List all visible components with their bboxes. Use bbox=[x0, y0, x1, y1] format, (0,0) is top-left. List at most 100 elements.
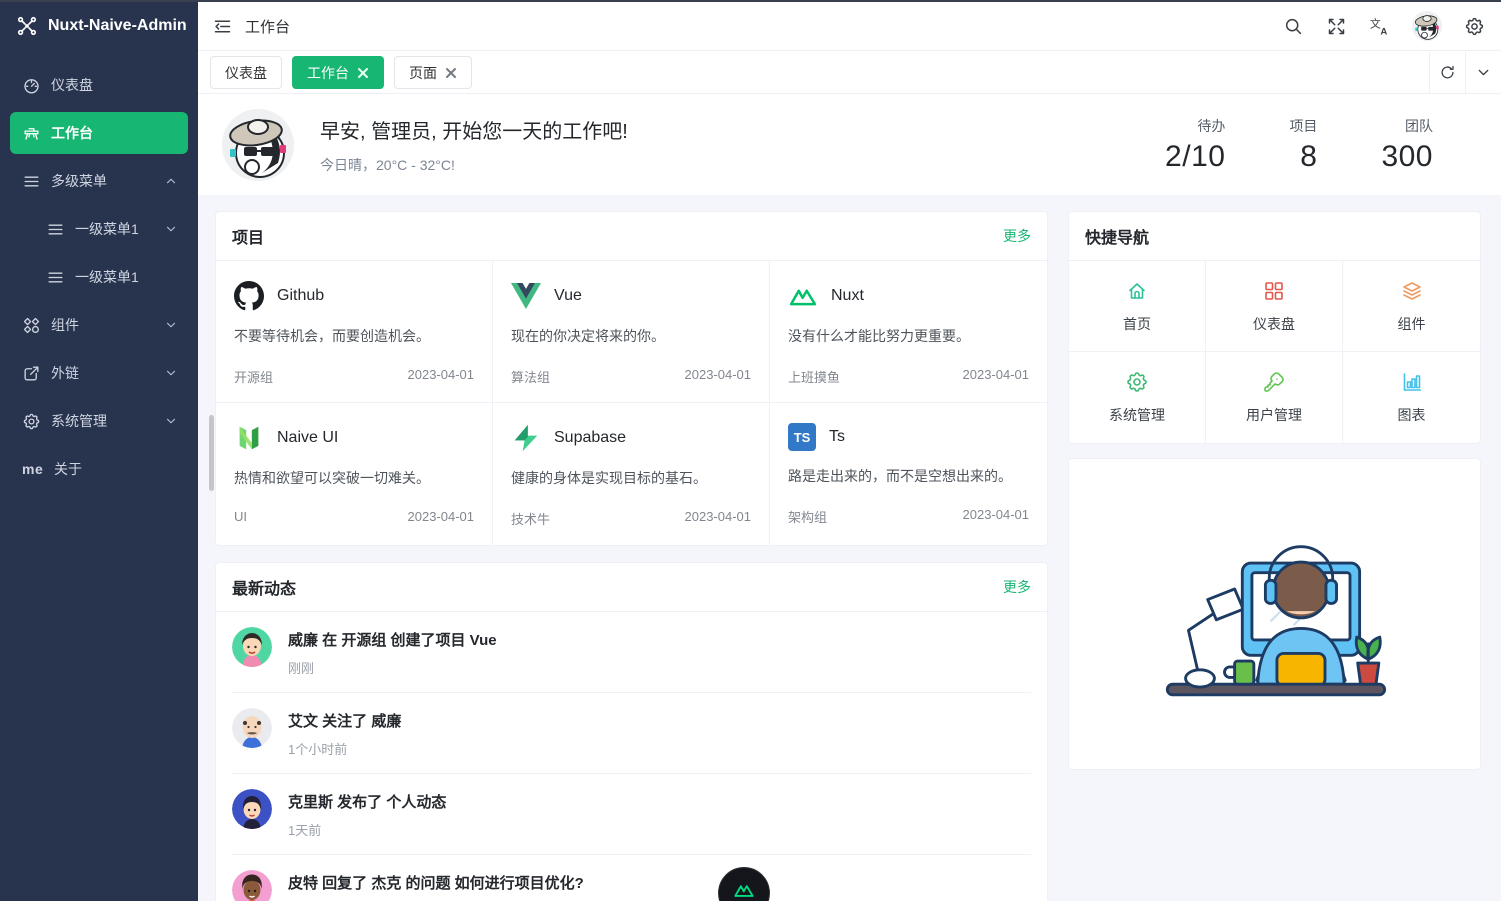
content-grid: 项目 更多 Github 不要等待机会，而要创造机会。 bbox=[198, 195, 1501, 901]
close-tab-icon[interactable] bbox=[357, 67, 369, 79]
collapse-sidebar-icon[interactable] bbox=[212, 16, 233, 37]
project-name: Nuxt bbox=[831, 287, 864, 305]
activities-card: 最新动态 更多 威廉 在 开源组 创建了项目 Vue 刚刚 bbox=[215, 562, 1048, 901]
quick-nav-dashboard[interactable]: 仪表盘 bbox=[1206, 261, 1343, 352]
naive-ui-icon bbox=[234, 423, 264, 453]
workstation-illustration bbox=[1150, 513, 1400, 715]
projects-more-link[interactable]: 更多 bbox=[1003, 226, 1031, 246]
grid-icon bbox=[1262, 279, 1286, 303]
sidebar-item-external-links[interactable]: 外链 bbox=[10, 352, 188, 394]
sidebar-item-workbench[interactable]: 工作台 bbox=[10, 112, 188, 154]
project-card-supabase[interactable]: Supabase 健康的身体是实现目标的基石。 技术牛 2023-04-01 bbox=[493, 403, 770, 545]
gear-icon bbox=[22, 412, 41, 431]
avatar-pete bbox=[232, 870, 272, 901]
layers-icon bbox=[1400, 279, 1424, 303]
refresh-icon bbox=[1439, 64, 1456, 81]
app-logo[interactable]: Nuxt-Naive-Admin bbox=[0, 0, 198, 52]
activity-item[interactable]: 威廉 在 开源组 创建了项目 Vue 刚刚 bbox=[232, 612, 1031, 693]
github-icon bbox=[234, 281, 264, 311]
sidebar-item-system-management[interactable]: 系统管理 bbox=[10, 400, 188, 442]
project-name: Supabase bbox=[554, 429, 626, 447]
sidebar: Nuxt-Naive-Admin 仪表盘 工作台 多级菜单 一级菜单1 bbox=[0, 0, 198, 901]
project-group: 算法组 bbox=[511, 367, 550, 386]
project-desc: 没有什么才能比努力更重要。 bbox=[788, 326, 1029, 346]
tab-bar: 仪表盘 工作台 页面 bbox=[198, 52, 1501, 94]
quick-nav-title: 快捷导航 bbox=[1085, 224, 1149, 248]
project-card-github[interactable]: Github 不要等待机会，而要创造机会。 开源组 2023-04-01 bbox=[216, 261, 493, 403]
sidebar-item-submenu-2[interactable]: 一级菜单1 bbox=[10, 256, 188, 298]
stat-todo: 待办 2/10 bbox=[1165, 116, 1225, 174]
project-card-nuxt[interactable]: Nuxt 没有什么才能比努力更重要。 上班摸鱼 2023-04-01 bbox=[770, 261, 1047, 403]
typescript-icon: TS bbox=[788, 423, 816, 451]
logo-icon bbox=[16, 15, 38, 37]
sidebar-item-components[interactable]: 组件 bbox=[10, 304, 188, 346]
fullscreen-icon[interactable] bbox=[1326, 16, 1347, 37]
nuxt-icon bbox=[788, 281, 818, 311]
tab-pages[interactable]: 页面 bbox=[394, 56, 472, 89]
quick-nav-label: 用户管理 bbox=[1246, 405, 1302, 425]
quick-nav-users[interactable]: 用户管理 bbox=[1206, 352, 1343, 443]
stat-team: 团队 300 bbox=[1381, 116, 1433, 174]
activity-text: 威廉 在 开源组 创建了项目 Vue bbox=[288, 629, 497, 650]
quick-nav-grid: 首页 仪表盘 组件 bbox=[1069, 261, 1480, 443]
project-date: 2023-04-01 bbox=[685, 367, 752, 386]
sidebar-item-multilevel-menu[interactable]: 多级菜单 bbox=[10, 160, 188, 202]
sidebar-item-label: 仪表盘 bbox=[51, 75, 93, 95]
quick-nav-label: 首页 bbox=[1123, 314, 1151, 334]
project-card-naive-ui[interactable]: Naive UI 热情和欲望可以突破一切难关。 UI 2023-04-01 bbox=[216, 403, 493, 545]
quick-nav-label: 仪表盘 bbox=[1253, 314, 1295, 334]
key-icon bbox=[1262, 370, 1286, 394]
activity-time: 1个小时前 bbox=[288, 739, 401, 758]
quick-nav-card-header: 快捷导航 bbox=[1069, 212, 1480, 261]
activities-card-header: 最新动态 更多 bbox=[216, 563, 1047, 612]
supabase-icon bbox=[511, 423, 541, 453]
activities-more-link[interactable]: 更多 bbox=[1003, 577, 1031, 597]
activities-title: 最新动态 bbox=[232, 575, 296, 599]
activity-time: 刚刚 bbox=[288, 658, 497, 677]
user-avatar[interactable] bbox=[1412, 11, 1442, 41]
app-window: Nuxt-Naive-Admin 仪表盘 工作台 多级菜单 一级菜单1 bbox=[0, 0, 1501, 901]
stat-value: 8 bbox=[1289, 140, 1317, 174]
quick-nav-home[interactable]: 首页 bbox=[1069, 261, 1206, 352]
project-name: Naive UI bbox=[277, 429, 338, 447]
chevron-down-icon bbox=[164, 222, 178, 236]
translate-icon[interactable]: 文 A bbox=[1369, 16, 1390, 37]
project-desc: 现在的你决定将来的你。 bbox=[511, 326, 751, 346]
tab-options-button[interactable] bbox=[1465, 52, 1501, 93]
window-top-edge bbox=[0, 0, 1501, 2]
activity-text: 皮特 回复了 杰克 的问题 如何进行项目优化? bbox=[288, 872, 584, 893]
topbar-actions: 文 A bbox=[1283, 11, 1485, 41]
vertical-scrollbar-thumb[interactable] bbox=[209, 415, 214, 491]
quick-nav-components[interactable]: 组件 bbox=[1343, 261, 1480, 352]
tab-label: 工作台 bbox=[307, 63, 349, 83]
sidebar-item-dashboard[interactable]: 仪表盘 bbox=[10, 64, 188, 106]
sidebar-item-about[interactable]: me 关于 bbox=[10, 448, 188, 490]
activity-item[interactable]: 克里斯 发布了 个人动态 1天前 bbox=[232, 774, 1031, 855]
project-desc: 路是走出来的，而不是空想出来的。 bbox=[788, 466, 1029, 486]
project-card-vue[interactable]: Vue 现在的你决定将来的你。 算法组 2023-04-01 bbox=[493, 261, 770, 403]
menu-lines-icon bbox=[22, 172, 41, 191]
sidebar-item-label: 一级菜单1 bbox=[75, 267, 139, 287]
project-date: 2023-04-01 bbox=[408, 509, 475, 524]
tab-dashboard[interactable]: 仪表盘 bbox=[210, 56, 282, 89]
activity-item[interactable]: 皮特 回复了 杰克 的问题 如何进行项目优化? 3天前 bbox=[232, 855, 1031, 901]
quick-nav-charts[interactable]: 图表 bbox=[1343, 352, 1480, 443]
quick-nav-system[interactable]: 系统管理 bbox=[1069, 352, 1206, 443]
project-card-ts[interactable]: TS Ts 路是走出来的，而不是空想出来的。 架构组 2023-04-01 bbox=[770, 403, 1047, 545]
sidebar-item-submenu-1[interactable]: 一级菜单1 bbox=[10, 208, 188, 250]
stat-projects: 项目 8 bbox=[1289, 116, 1317, 174]
search-icon[interactable] bbox=[1283, 16, 1304, 37]
close-tab-icon[interactable] bbox=[445, 67, 457, 79]
activity-item[interactable]: 艾文 关注了 威廉 1个小时前 bbox=[232, 693, 1031, 774]
project-group: UI bbox=[234, 509, 247, 524]
svg-text:A: A bbox=[1380, 26, 1387, 37]
tab-workbench[interactable]: 工作台 bbox=[292, 56, 384, 89]
project-date: 2023-04-01 bbox=[963, 367, 1030, 386]
project-group: 架构组 bbox=[788, 507, 827, 526]
sidebar-item-label: 多级菜单 bbox=[51, 171, 107, 191]
activity-text: 克里斯 发布了 个人动态 bbox=[288, 791, 446, 812]
sidebar-item-label: 关于 bbox=[54, 459, 82, 479]
bar-chart-icon bbox=[1400, 370, 1424, 394]
settings-icon[interactable] bbox=[1464, 16, 1485, 37]
refresh-button[interactable] bbox=[1429, 52, 1465, 93]
